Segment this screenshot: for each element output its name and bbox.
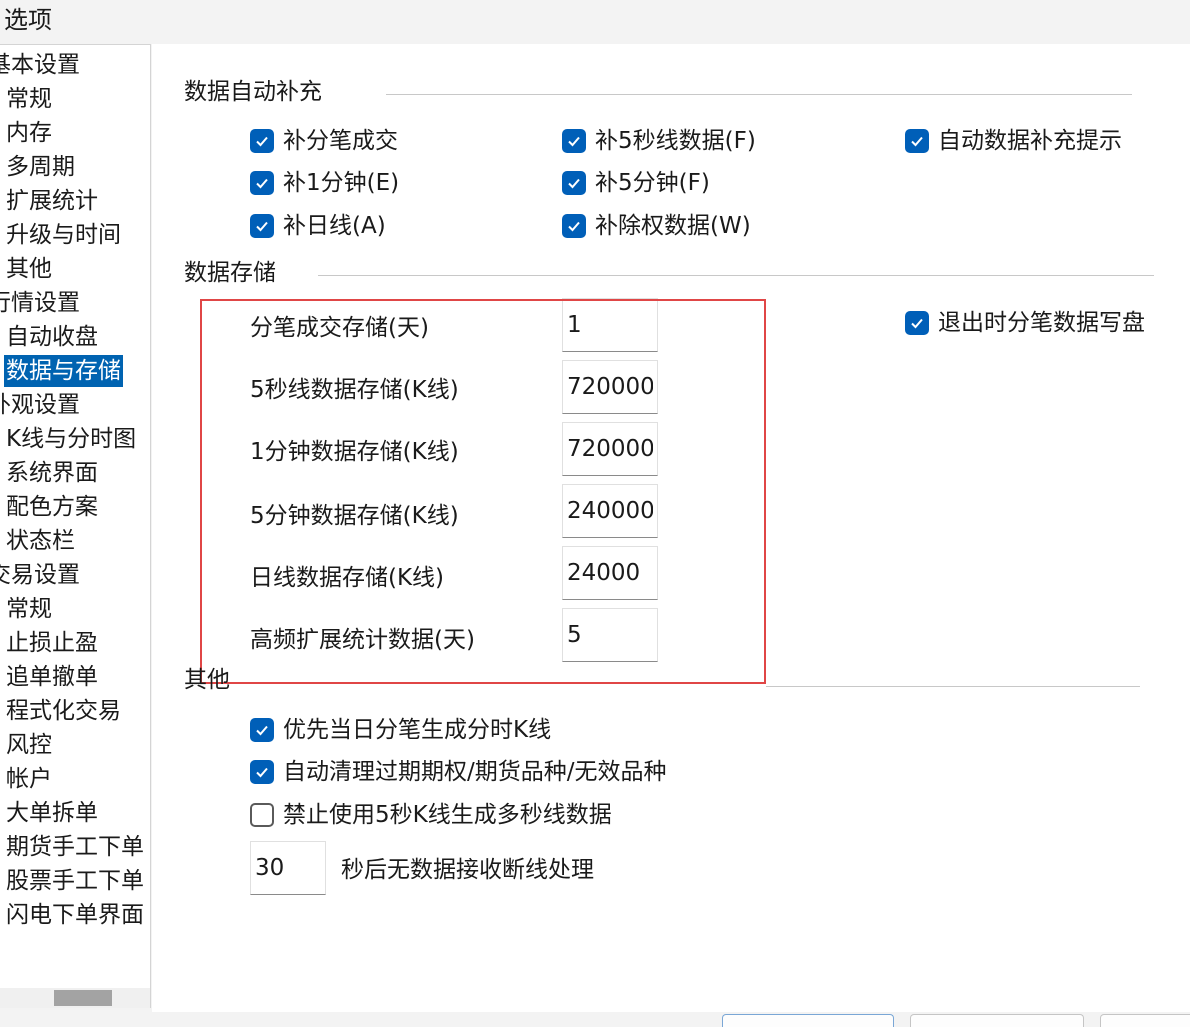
ok-button[interactable]: [722, 1014, 894, 1027]
tree-item-futures-manual[interactable]: 期货手工下单: [6, 831, 144, 863]
checkbox-label: 补5秒线数据(F): [595, 128, 756, 154]
checkbox-auto-clean-expired[interactable]: 自动清理过期期权/期货品种/无效品种: [250, 756, 667, 788]
checkbox-checked-icon: [905, 311, 929, 335]
apply-button[interactable]: [1100, 1014, 1190, 1027]
checkbox-label: 补1分钟(E): [283, 170, 400, 196]
checkbox-label: 补5分钟(F): [595, 170, 710, 196]
checkbox-prefer-tick-kline[interactable]: 优先当日分笔生成分时K线: [250, 714, 551, 746]
group-divider: [318, 275, 1154, 276]
tree-item-kline-chart[interactable]: K线与分时图: [6, 423, 136, 455]
checkbox-fill-5min[interactable]: 补5分钟(F): [562, 167, 710, 199]
options-tree[interactable]: 基本设置 常规 内存 多周期 扩展统计 升级与时间 其他 行情设置 自动收盘 数…: [0, 44, 151, 989]
tree-group-appearance[interactable]: 外观设置: [0, 389, 80, 421]
group-title-other: 其他: [184, 667, 230, 693]
checkbox-label: 补除权数据(W): [595, 213, 751, 239]
checkbox-label: 禁止使用5秒K线生成多秒线数据: [283, 802, 612, 828]
window-title: 选项: [4, 6, 52, 34]
tree-item-ext-stats[interactable]: 扩展统计: [6, 185, 98, 217]
checkbox-label: 自动数据补充提示: [938, 128, 1122, 154]
checkbox-label: 自动清理过期期权/期货品种/无效品种: [283, 759, 667, 785]
checkbox-auto-fill-prompt[interactable]: 自动数据补充提示: [905, 125, 1122, 157]
tree-item-program-trading[interactable]: 程式化交易: [6, 695, 121, 727]
checkbox-write-on-exit[interactable]: 退出时分笔数据写盘: [905, 307, 1145, 339]
checkbox-label: 补日线(A): [283, 213, 386, 239]
tree-item-stock-manual[interactable]: 股票手工下单: [6, 865, 144, 897]
checkbox-fill-5s[interactable]: 补5秒线数据(F): [562, 125, 756, 157]
tree-group-trading[interactable]: 交易设置: [0, 559, 80, 591]
tree-item-data-storage[interactable]: 数据与存储: [4, 355, 123, 387]
tree-item-multi-period[interactable]: 多周期: [6, 151, 75, 183]
checkbox-unchecked-icon: [250, 803, 274, 827]
tree-item-account[interactable]: 帐户: [6, 763, 52, 795]
cancel-button[interactable]: [910, 1014, 1084, 1027]
checkbox-label: 退出时分笔数据写盘: [938, 310, 1145, 336]
highlight-annotation-box: [200, 299, 766, 684]
tree-item-flash-order[interactable]: 闪电下单界面: [6, 899, 144, 931]
checkbox-label: 优先当日分笔生成分时K线: [283, 717, 552, 743]
tree-item-upgrade-time[interactable]: 升级与时间: [6, 219, 121, 251]
tree-item-big-order-split[interactable]: 大单拆单: [6, 797, 98, 829]
checkbox-checked-icon: [905, 129, 929, 153]
checkbox-disable-5s-multi[interactable]: 禁止使用5秒K线生成多秒线数据: [250, 799, 612, 831]
group-divider: [386, 94, 1132, 95]
tree-item-color-scheme[interactable]: 配色方案: [6, 491, 98, 523]
checkbox-label: 补分笔成交: [283, 128, 398, 154]
checkbox-checked-icon: [250, 718, 274, 742]
tree-item-trade-general[interactable]: 常规: [6, 593, 52, 625]
group-title-storage: 数据存储: [184, 260, 276, 286]
checkbox-fill-exright[interactable]: 补除权数据(W): [562, 210, 751, 242]
tree-group-market[interactable]: 行情设置: [0, 287, 80, 319]
timeout-seconds-input[interactable]: [250, 841, 326, 895]
tree-group-basic[interactable]: 基本设置: [0, 49, 80, 81]
checkbox-checked-icon: [562, 214, 586, 238]
checkbox-checked-icon: [250, 214, 274, 238]
tree-item-memory[interactable]: 内存: [6, 117, 52, 149]
tree-item-status-bar[interactable]: 状态栏: [6, 525, 75, 557]
tree-item-chase-cancel[interactable]: 追单撤单: [6, 661, 98, 693]
tree-item-risk-control[interactable]: 风控: [6, 729, 52, 761]
group-title-auto-fill: 数据自动补充: [184, 79, 322, 105]
tree-item-system-ui[interactable]: 系统界面: [6, 457, 98, 489]
scrollbar-thumb[interactable]: [54, 990, 112, 1006]
tree-item-auto-close[interactable]: 自动收盘: [6, 321, 98, 353]
checkbox-checked-icon: [250, 760, 274, 784]
checkbox-checked-icon: [250, 129, 274, 153]
checkbox-fill-1min[interactable]: 补1分钟(E): [250, 167, 399, 199]
tree-item-other[interactable]: 其他: [6, 253, 52, 285]
checkbox-fill-tick[interactable]: 补分笔成交: [250, 125, 398, 157]
tree-item-stop-loss[interactable]: 止损止盈: [6, 627, 98, 659]
tree-item-general[interactable]: 常规: [6, 83, 52, 115]
timeout-label: 秒后无数据接收断线处理: [341, 857, 594, 883]
group-divider: [766, 686, 1140, 687]
checkbox-fill-daily[interactable]: 补日线(A): [250, 210, 386, 242]
checkbox-checked-icon: [562, 171, 586, 195]
checkbox-checked-icon: [250, 171, 274, 195]
checkbox-checked-icon: [562, 129, 586, 153]
